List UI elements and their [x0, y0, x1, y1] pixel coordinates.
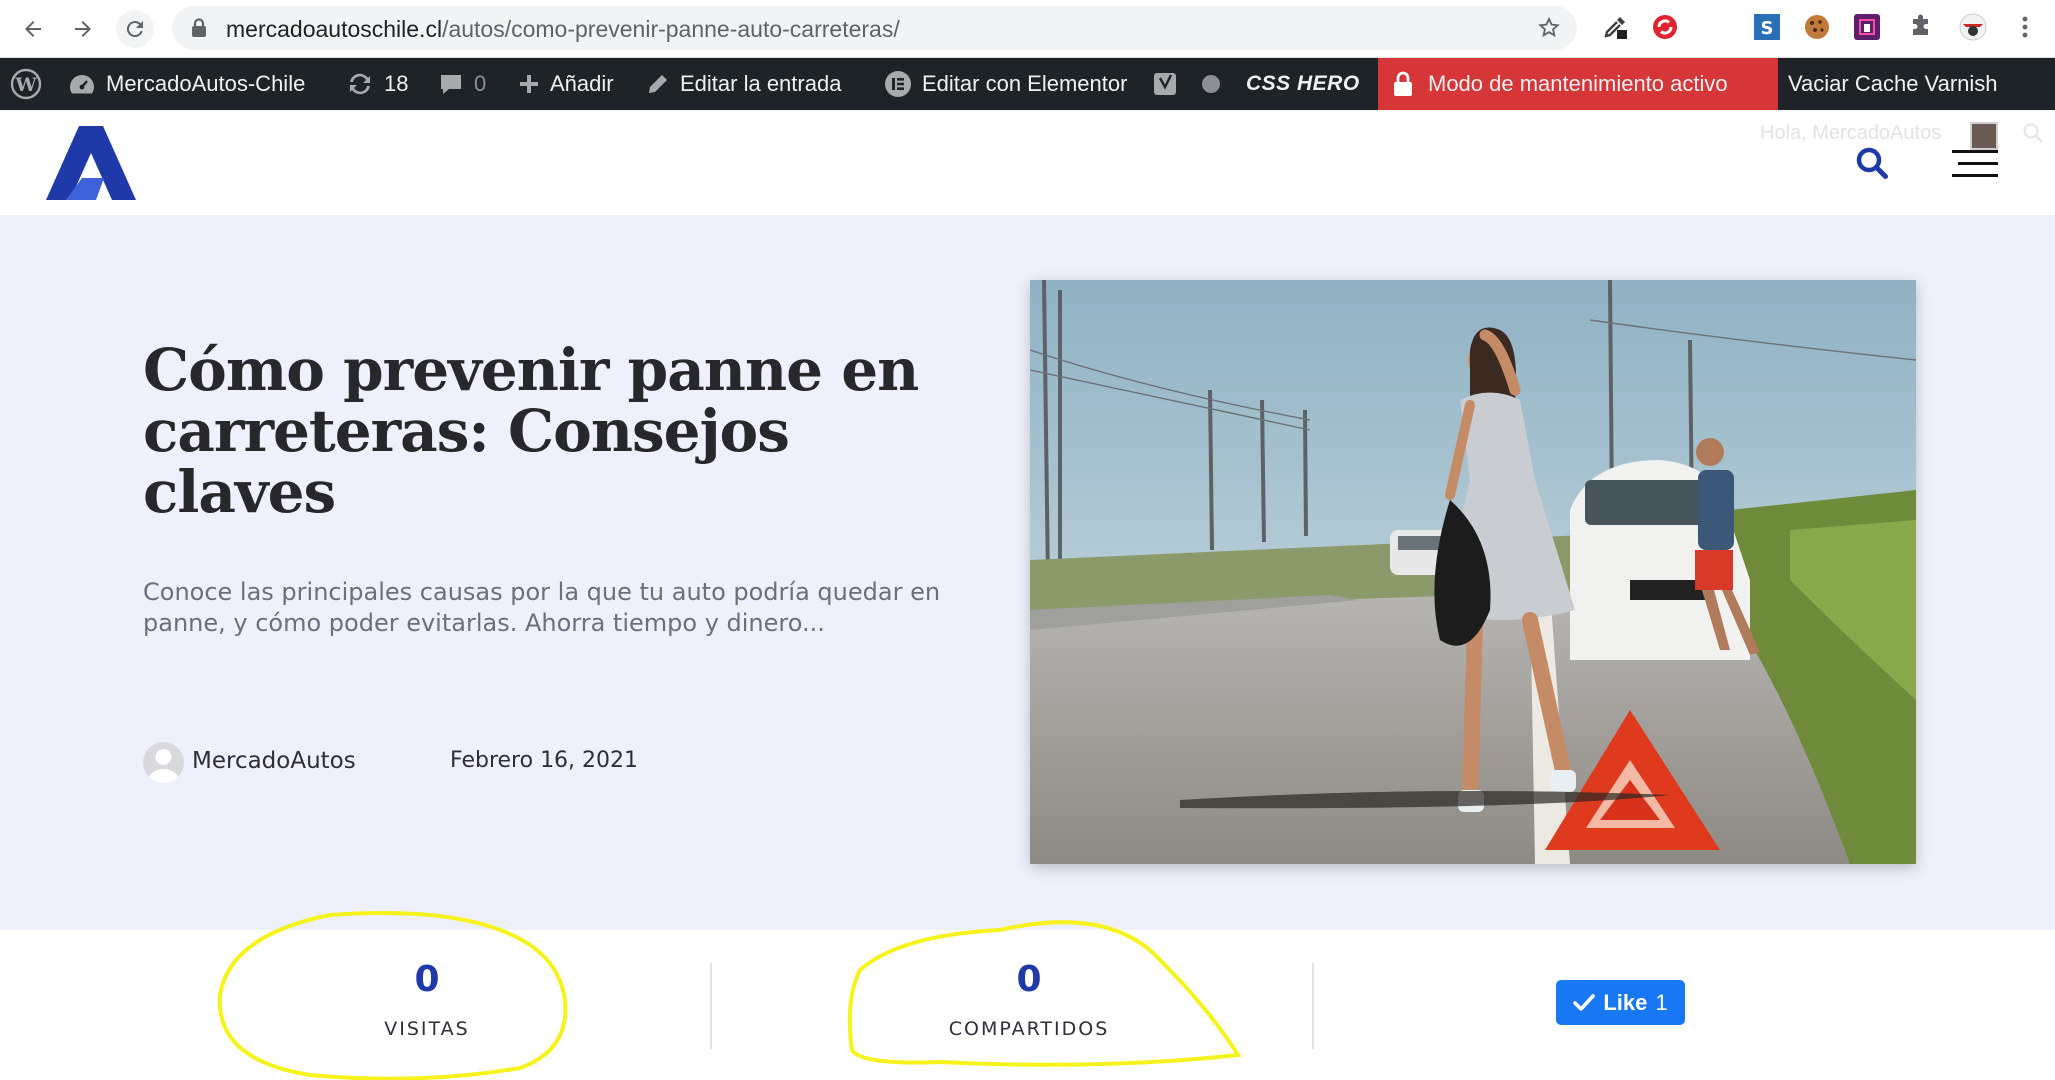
address-bar[interactable]: mercadoautoschile.cl/autos/como-prevenir… — [172, 6, 1577, 50]
wp-clear-varnish-label: Vaciar Cache Varnish — [1788, 71, 1998, 96]
wordpress-icon: W — [10, 68, 42, 100]
plus-icon — [520, 75, 538, 93]
svg-text:S: S — [1761, 18, 1774, 39]
site-logo[interactable] — [46, 126, 136, 200]
wp-add-new-label: Añadir — [550, 71, 614, 96]
url-path: /autos/como-prevenir-panne-auto-carreter… — [442, 16, 900, 42]
chrome-menu-icon[interactable] — [2010, 12, 2040, 42]
wp-add-new[interactable]: Añadir — [518, 58, 614, 110]
faint-search-icon[interactable] — [2022, 122, 2044, 144]
avatar[interactable] — [1970, 122, 1998, 150]
reload-button[interactable] — [116, 10, 154, 48]
seo-score-dot-icon — [1202, 75, 1220, 93]
post-stats: 0 VISITAS 0 COMPARTIDOS Like 1 — [0, 930, 2055, 1080]
like-label: Like — [1603, 989, 1648, 1015]
url-domain: mercadoautoschile.cl — [226, 16, 443, 42]
wp-logo-menu[interactable]: W — [10, 58, 42, 110]
lock-icon — [1394, 71, 1412, 96]
wp-clear-varnish[interactable]: Vaciar Cache Varnish — [1788, 58, 1998, 110]
updates-icon — [350, 73, 370, 95]
forward-icon — [75, 21, 91, 37]
wp-maintenance-label: Modo de mantenimiento activo — [1428, 71, 1728, 96]
comments-icon — [441, 75, 461, 94]
wp-edit-post-label: Editar la entrada — [680, 71, 842, 96]
wp-updates-count: 18 — [384, 71, 409, 96]
site-header: Hola, MercadoAutos — [0, 110, 2055, 215]
pencil-icon — [649, 75, 667, 93]
extensions-puzzle-icon[interactable] — [1906, 12, 1936, 42]
cookie-extension-icon[interactable] — [1802, 12, 1832, 42]
visits-label: VISITAS — [384, 1018, 470, 1040]
greeting-text[interactable]: Hola, MercadoAutos — [1760, 122, 1941, 145]
yoast-icon — [1154, 73, 1176, 95]
wp-updates[interactable]: 18 — [346, 58, 408, 110]
wp-comments[interactable]: 0 — [438, 58, 486, 110]
wp-yoast-seo[interactable] — [1152, 58, 1222, 110]
wp-csshero[interactable]: CSS HERO — [1246, 58, 1360, 110]
responsive-extension-icon[interactable] — [1852, 12, 1882, 42]
wp-edit-elementor-label: Editar con Elementor — [922, 71, 1128, 96]
post-hero: Cómo prevenir panne en carreteras: Conse… — [0, 215, 2055, 930]
browser-toolbar: mercadoautoschile.cl/autos/como-prevenir… — [0, 0, 2055, 58]
reload-icon — [126, 21, 143, 38]
wp-csshero-label: CSS HERO — [1246, 72, 1360, 95]
wp-comments-count: 0 — [474, 71, 487, 96]
checkmark-icon — [1573, 993, 1596, 1011]
star-icon[interactable] — [1537, 16, 1561, 40]
page-title: Cómo prevenir panne en carreteras: Conse… — [143, 336, 919, 526]
lock-icon — [192, 18, 206, 37]
hamburger-menu-icon[interactable] — [1952, 150, 1998, 186]
visits-count: 0 — [414, 959, 440, 1000]
search-icon[interactable] — [1855, 146, 1889, 180]
shares-label: COMPARTIDOS — [948, 1018, 1110, 1040]
author-avatar[interactable] — [143, 742, 184, 783]
post-date: Febrero 16, 2021 — [450, 748, 639, 773]
like-count: 1 — [1655, 989, 1668, 1015]
wp-edit-post[interactable]: Editar la entrada — [646, 58, 841, 110]
dashboard-icon — [70, 75, 94, 94]
featured-image — [1030, 280, 1916, 864]
author-name[interactable]: MercadoAutos — [192, 748, 356, 774]
back-button[interactable] — [14, 10, 52, 48]
svg-text:W: W — [14, 74, 37, 96]
post-excerpt: Conoce las principales causas por la que… — [143, 578, 941, 637]
elementor-icon — [885, 71, 911, 97]
adblock-extension-icon[interactable] — [1650, 12, 1680, 42]
wp-site-name-label: MercadoAutos-Chile — [106, 71, 306, 96]
wp-maintenance-mode[interactable]: Modo de mantenimiento activo — [1378, 58, 1778, 110]
visits-stat: 0 VISITAS — [277, 959, 577, 1041]
forward-button[interactable] — [64, 10, 102, 48]
facebook-like-button[interactable]: Like 1 — [1556, 980, 1685, 1025]
wp-edit-elementor[interactable]: Editar con Elementor — [884, 58, 1127, 110]
stat-divider — [710, 963, 712, 1049]
shares-stat: 0 COMPARTIDOS — [879, 959, 1179, 1041]
stat-divider — [1312, 963, 1314, 1049]
url-text: mercadoautoschile.cl/autos/como-prevenir… — [226, 16, 900, 43]
eyedropper-extension-icon[interactable] — [1600, 12, 1630, 42]
s-extension-icon[interactable]: S — [1752, 12, 1782, 42]
profile-avatar-icon[interactable] — [1958, 12, 1988, 42]
wp-admin-bar: W MercadoAutos-Chile 18 0 Añadir Editar … — [0, 58, 2055, 110]
wp-site-name[interactable]: MercadoAutos-Chile — [68, 58, 305, 110]
back-icon — [25, 21, 41, 37]
shares-count: 0 — [1016, 959, 1042, 1000]
